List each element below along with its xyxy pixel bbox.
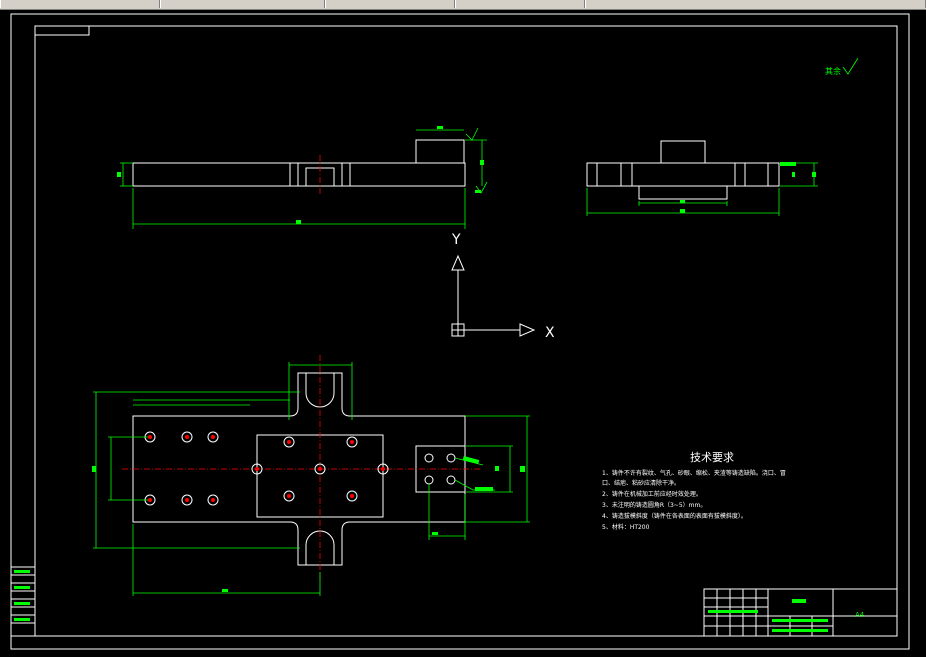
tech-requirement-line: 1、铸件不许有裂纹、气孔、砂眼、缩松、夹渣等铸造缺陷。浇口、冒 <box>602 469 786 477</box>
tab-layout-4[interactable] <box>585 0 926 8</box>
ucs-icon: Y X <box>451 232 555 341</box>
sheet-corner-label-box <box>34 25 90 36</box>
tech-requirement-line: 4、铸造拔模斜度（铸件在各表面的表面有拔模斜度）。 <box>602 512 747 520</box>
tab-layout-1[interactable] <box>160 0 325 8</box>
roughness-symbol: 其余 <box>825 57 859 76</box>
tech-requirements-title: 技术要求 <box>690 451 734 464</box>
sheet-outer-border <box>10 13 910 650</box>
ucs-y-label: Y <box>451 232 461 248</box>
tab-layout-3[interactable] <box>455 0 585 8</box>
tech-requirement-line: 口、结疤、粘砂应清除干净。 <box>602 479 680 487</box>
tech-requirement-line: 3、未注明的铸造圆角R（3~5）mm。 <box>602 501 706 509</box>
revision-strip <box>10 566 36 637</box>
title-block: A4 <box>703 588 898 637</box>
tech-requirement-line: 2、铸件在机械加工前应经时效处理。 <box>602 490 702 498</box>
sheet-inner-border <box>34 25 898 637</box>
drawing-canvas[interactable]: 其余 Y X 技术要求 1、铸件不许有裂纹、气孔、砂眼、缩松、夹渣等铸造缺陷。浇… <box>0 9 926 657</box>
plan-view <box>92 355 530 596</box>
bolt-holes <box>144 431 456 506</box>
tab-layout-2[interactable] <box>325 0 455 8</box>
tab-model[interactable] <box>0 0 160 8</box>
tech-requirement-line: 5、材料：HT200 <box>602 523 650 531</box>
ucs-x-label: X <box>545 325 555 341</box>
side-view <box>586 140 818 216</box>
title-block-sheet-size: A4 <box>855 611 865 619</box>
tech-requirements: 技术要求 1、铸件不许有裂纹、气孔、砂眼、缩松、夹渣等铸造缺陷。浇口、冒 口、结… <box>602 451 786 531</box>
front-view <box>117 126 488 229</box>
roughness-note-text: 其余 <box>825 66 841 76</box>
